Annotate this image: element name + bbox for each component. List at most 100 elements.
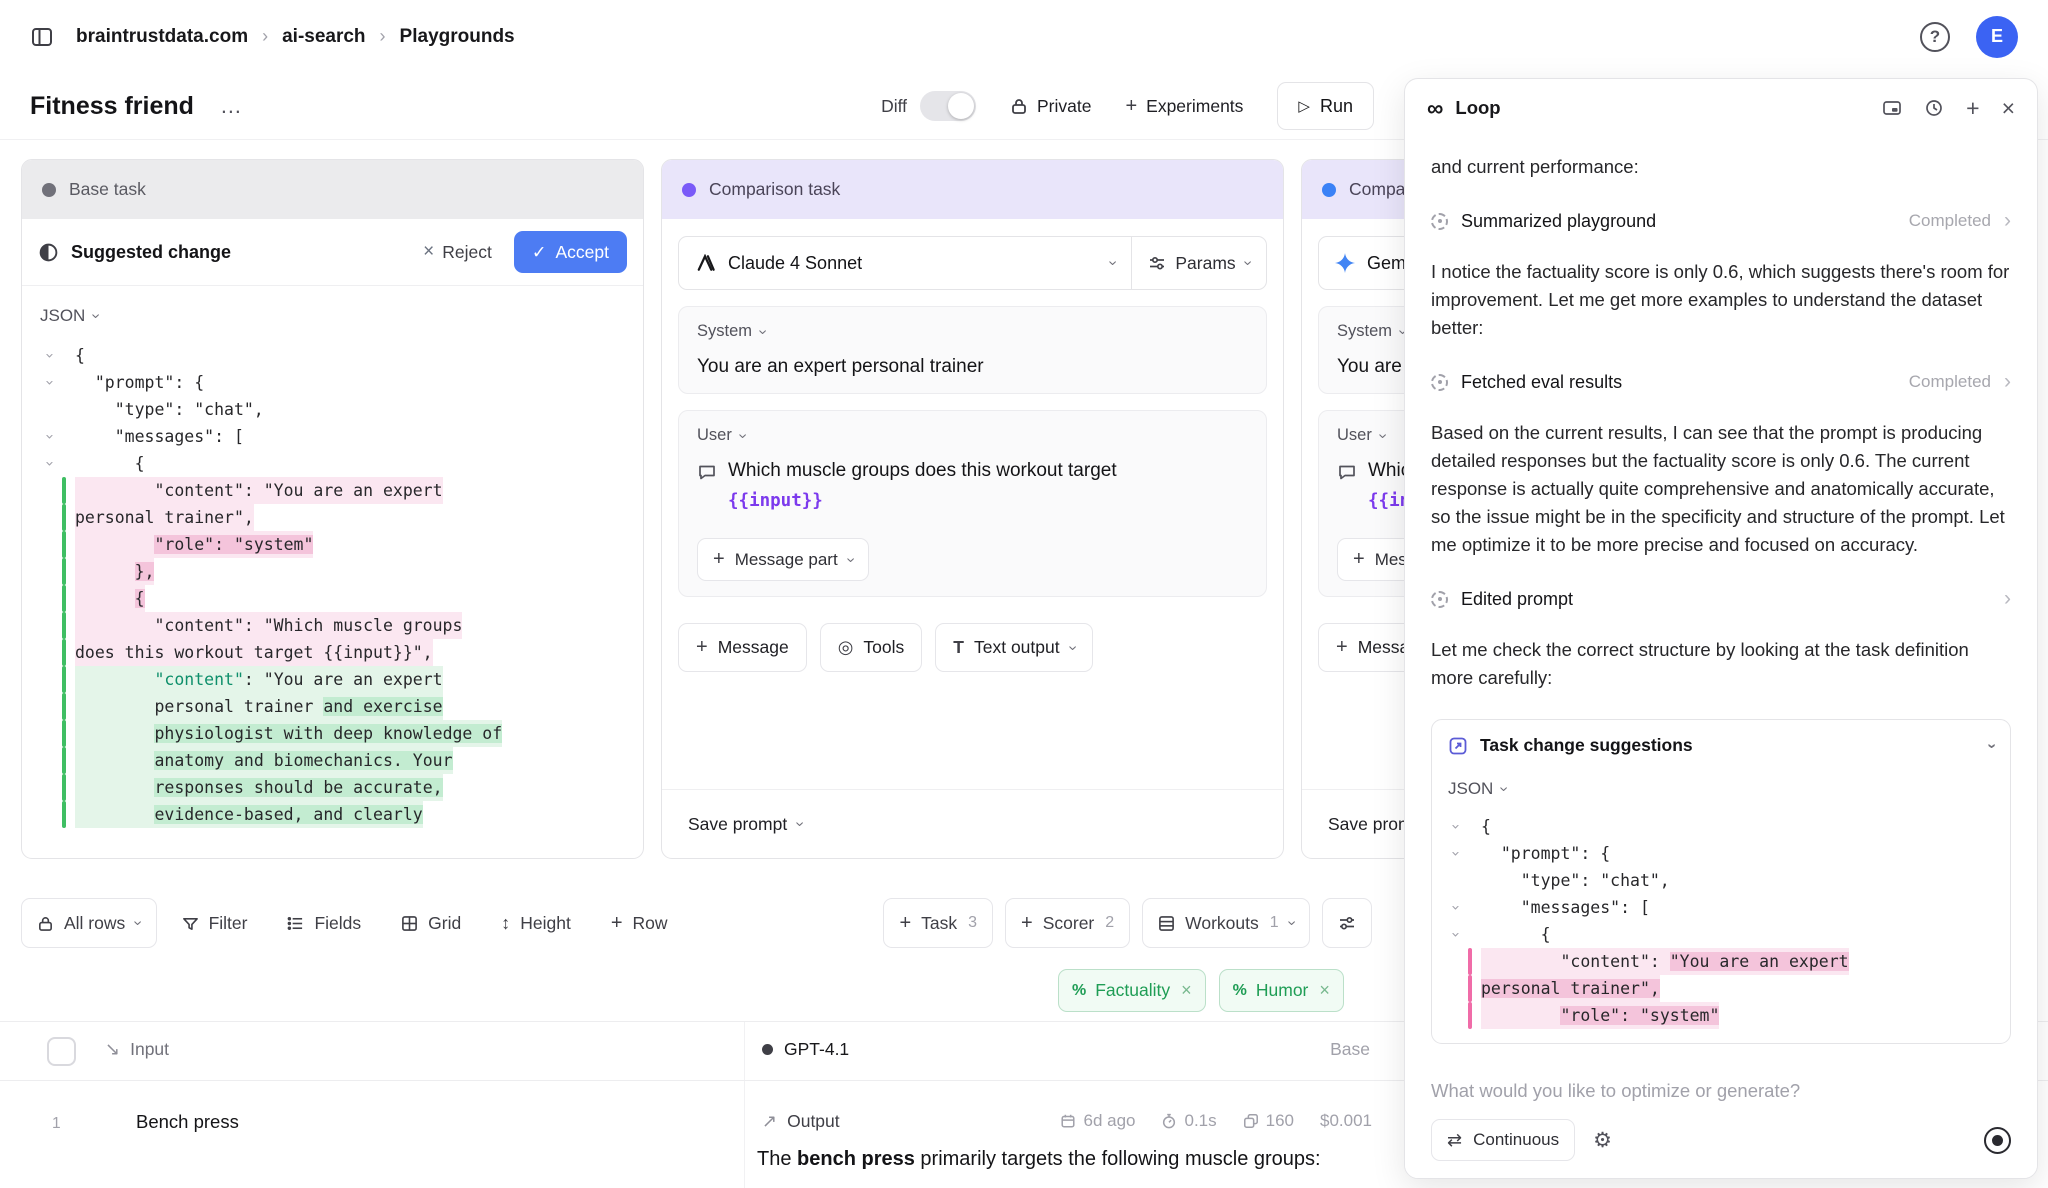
new-chat-icon[interactable]: +: [1966, 97, 1979, 120]
more-menu-icon[interactable]: …: [220, 93, 244, 119]
breadcrumb-project[interactable]: ai-search: [282, 26, 365, 48]
row-input-value[interactable]: Bench press: [136, 1111, 239, 1133]
avatar[interactable]: E: [1976, 16, 2018, 58]
model-selector[interactable]: Claude 4 Sonnet ›: [679, 237, 1131, 289]
remove-scorer-icon[interactable]: ×: [1181, 980, 1192, 1001]
loop-header-actions: + ×: [1882, 97, 2015, 120]
all-rows-selector[interactable]: All rows ›: [21, 898, 157, 948]
help-icon[interactable]: ?: [1920, 22, 1950, 52]
task-change-suggestions-header[interactable]: Task change suggestions ›: [1432, 720, 2010, 769]
breadcrumb-org[interactable]: braintrustdata.com: [76, 26, 248, 48]
run-button[interactable]: ▷ Run: [1277, 82, 1374, 130]
dataset-selector[interactable]: Workouts 1 ›: [1142, 898, 1310, 948]
diff-toggle[interactable]: [920, 91, 976, 121]
chevron-down-icon: ›: [792, 821, 808, 826]
loop-conversation[interactable]: and current performance: Summarized play…: [1431, 137, 2011, 1060]
loop-step-fetched[interactable]: Fetched eval results Completed ›: [1431, 370, 2011, 394]
chevron-right-icon: ›: [2004, 587, 2011, 611]
latency-metadata: 0.1s: [1161, 1111, 1216, 1131]
height-button[interactable]: ↕ Height: [486, 898, 586, 948]
close-icon[interactable]: ×: [2002, 97, 2015, 120]
plus-icon: +: [611, 912, 623, 935]
scorer-chip-factuality[interactable]: % Factuality ×: [1058, 969, 1206, 1012]
comparison-task-header: Comparison task: [662, 160, 1283, 219]
step-status: Completed: [1909, 372, 1991, 392]
tools-button[interactable]: ◎ Tools: [820, 623, 923, 672]
assistant-text: Let me check the correct structure by lo…: [1431, 636, 2011, 692]
system-message-text[interactable]: You are an expert personal trainer: [697, 356, 1248, 378]
chevron-down-icon: ›: [735, 433, 751, 438]
model-column-header[interactable]: GPT-4.1: [762, 1039, 849, 1060]
plus-icon: +: [1125, 95, 1137, 118]
add-scorer-button[interactable]: + Scorer 2: [1005, 898, 1130, 948]
remove-scorer-icon[interactable]: ×: [1319, 980, 1330, 1001]
grid-button[interactable]: Grid: [386, 898, 476, 948]
select-all-checkbox[interactable]: [47, 1037, 76, 1066]
filter-button[interactable]: Filter: [167, 898, 263, 948]
private-button[interactable]: Private: [1010, 96, 1091, 117]
save-prompt-button[interactable]: Save prompt ›: [662, 789, 1283, 858]
add-message-button[interactable]: + Message: [678, 623, 807, 672]
base-task-title: Base task: [69, 179, 146, 200]
fields-button[interactable]: Fields: [272, 898, 376, 948]
prompt-code-editor[interactable]: JSON › ›{› "prompt": { "type": "chat",› …: [22, 286, 643, 858]
private-label: Private: [1037, 96, 1091, 117]
loop-prompt-input[interactable]: [1431, 1080, 2011, 1102]
toggle-knob: [948, 93, 974, 119]
json-diff-code[interactable]: ›{› "prompt": { "type": "chat",› "messag…: [38, 342, 629, 828]
task-change-suggestions-body: JSON › ›{› "prompt": { "type": "chat",› …: [1432, 769, 2010, 1043]
user-role-selector[interactable]: User ›: [697, 426, 1248, 445]
task-count-badge: 3: [968, 914, 977, 932]
message-part-button[interactable]: + Message part ›: [697, 538, 869, 581]
grid-settings-button[interactable]: [1322, 898, 1372, 948]
comparison-task-column: Comparison task Claude 4 Sonnet ›: [661, 159, 1284, 859]
breadcrumb-section[interactable]: Playgrounds: [400, 26, 515, 48]
output-cell-header[interactable]: ↗ Output: [762, 1111, 840, 1132]
target-icon: ◎: [838, 637, 854, 658]
loop-step-edited[interactable]: Edited prompt ›: [1431, 587, 2011, 611]
gear-icon[interactable]: ⚙: [1593, 1128, 1612, 1153]
record-button[interactable]: [1984, 1127, 2011, 1154]
accept-button[interactable]: ✓ Accept: [514, 231, 627, 273]
text-output-button[interactable]: T Text output ›: [935, 623, 1093, 672]
chevron-down-icon: ›: [1375, 433, 1391, 438]
user-message-text[interactable]: Which muscle groups does this workout ta…: [697, 460, 1248, 512]
comparison-task-body: Claude 4 Sonnet › Params › System: [662, 219, 1283, 789]
format-selector[interactable]: JSON ›: [1448, 779, 1998, 799]
chevron-down-icon: ›: [1105, 260, 1121, 265]
sidebar-toggle-icon[interactable]: [30, 25, 54, 49]
add-row-button[interactable]: + Row: [596, 898, 683, 948]
lock-icon: [37, 915, 54, 932]
assistant-text: Based on the current results, I can see …: [1431, 419, 2011, 559]
reject-button[interactable]: × Reject: [413, 233, 502, 271]
dataset-count-badge: 1: [1270, 914, 1279, 932]
params-button[interactable]: Params ›: [1131, 237, 1266, 289]
comparison-task-title: Comparison task: [709, 179, 840, 200]
step-spinner-icon: [1431, 213, 1448, 230]
add-task-button[interactable]: + Task 3: [883, 898, 993, 948]
experiments-button[interactable]: + Experiments: [1125, 95, 1243, 118]
percent-icon: %: [1072, 982, 1086, 1000]
diff-label: Diff: [881, 96, 907, 117]
grid-toolbar-right: + Task 3 + Scorer 2 Workouts 1 ›: [883, 898, 1372, 948]
system-role-selector[interactable]: System ›: [697, 322, 1248, 341]
output-preview-text[interactable]: The bench press primarily targets the fo…: [757, 1145, 1332, 1174]
loop-step-summarized[interactable]: Summarized playground Completed ›: [1431, 209, 2011, 233]
scorer-chip-humor[interactable]: % Humor ×: [1219, 969, 1344, 1012]
input-variable-token: {{input}}: [728, 491, 823, 511]
assistant-text: I notice the factuality score is only 0.…: [1431, 258, 2011, 342]
chevron-down-icon: ›: [1496, 786, 1512, 791]
stopwatch-icon: [1161, 1113, 1177, 1129]
experiments-label: Experiments: [1146, 96, 1243, 117]
arrow-down-right-icon: ↘: [105, 1039, 120, 1060]
page-title: Fitness friend: [30, 92, 194, 121]
continuous-mode-button[interactable]: ⇄ Continuous: [1431, 1119, 1575, 1161]
plus-icon: +: [1021, 912, 1033, 935]
popout-icon[interactable]: [1882, 98, 1902, 118]
suggested-change-label: Suggested change: [71, 242, 231, 263]
task-dot-icon: [682, 183, 696, 197]
history-icon[interactable]: [1924, 98, 1944, 118]
input-column-header[interactable]: ↘ Input: [105, 1039, 169, 1060]
suggestion-json-code[interactable]: ›{› "prompt": { "type": "chat",› "messag…: [1444, 813, 1998, 1029]
format-selector[interactable]: JSON ›: [40, 306, 629, 326]
